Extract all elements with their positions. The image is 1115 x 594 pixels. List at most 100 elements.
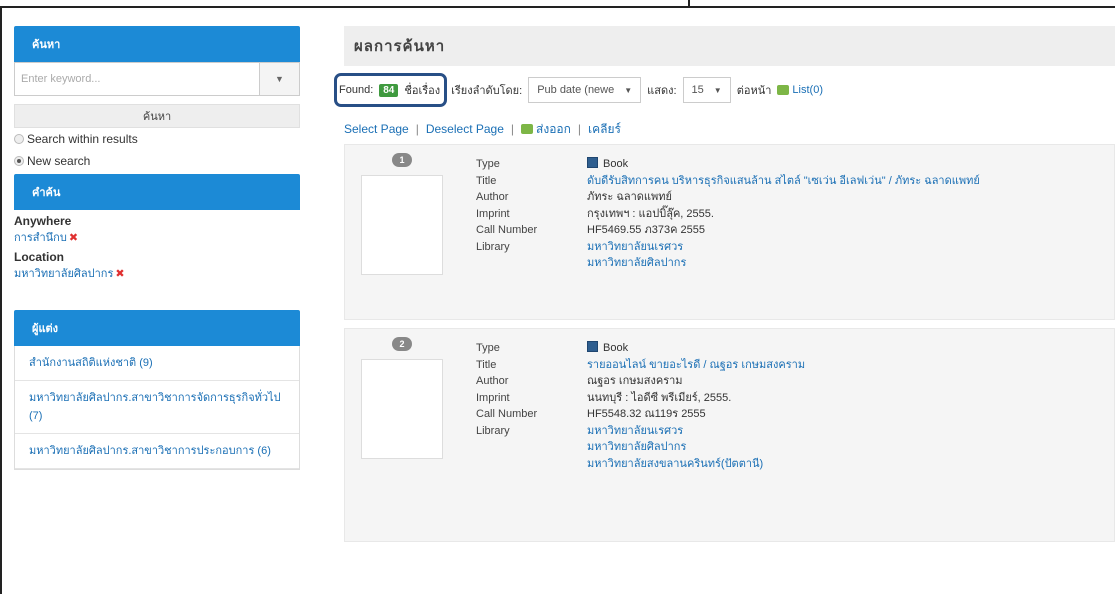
author-value: ภัทระ ฉลาดแพทย์ <box>587 191 672 203</box>
imprint-label: Imprint <box>476 391 510 404</box>
terms-panel-title: คำค้น <box>14 174 300 210</box>
deselect-page-link[interactable]: Deselect Page <box>426 122 504 136</box>
facet-value-text[interactable]: มหาวิทยาลัยศิลปากร <box>14 264 113 282</box>
library-link[interactable]: มหาวิทยาลัยนเรศวร <box>587 423 763 440</box>
facet-location: Location มหาวิทยาลัยศิลปากร ✖ <box>14 250 300 282</box>
library-link[interactable]: มหาวิทยาลัยศิลปากร <box>587 255 686 272</box>
author-label: Author <box>476 375 509 387</box>
type-label: Type <box>476 158 500 170</box>
book-icon <box>587 157 598 168</box>
facet-label: Location <box>14 250 64 264</box>
radio-selected-icon[interactable] <box>14 156 24 166</box>
clear-link[interactable]: เคลียร์ <box>588 120 621 139</box>
library-label: Library <box>476 424 510 437</box>
type-value: Book <box>587 340 628 357</box>
library-link[interactable]: มหาวิทยาลัยศิลปากร <box>587 439 763 456</box>
found-count-badge: 84 <box>379 83 399 97</box>
author-item[interactable]: มหาวิทยาลัยศิลปากร.สาขาวิชาการจัดการธุรก… <box>15 381 299 434</box>
list-link[interactable]: List(0) <box>792 84 823 96</box>
search-button[interactable]: ค้นหา <box>14 104 300 128</box>
author-panel-title: ผู้แต่ง <box>14 310 300 346</box>
call-number-value: HF5548.32 ณ119ร 2555 <box>587 408 706 420</box>
radio-new-search[interactable]: New search <box>14 150 300 172</box>
found-unit: ชื่อเรื่อง <box>404 85 441 97</box>
author-label: Author <box>476 191 509 203</box>
remove-icon[interactable]: ✖ <box>69 231 78 244</box>
title-label: Title <box>476 174 497 187</box>
result-number-badge: 1 <box>392 153 412 167</box>
list-icon <box>777 85 790 95</box>
per-page-label: ต่อหน้า <box>736 85 772 97</box>
library-list: มหาวิทยาลัยนเรศวร มหาวิทยาลัยศิลปากร <box>587 239 686 272</box>
page-title: ผลการค้นหา <box>344 26 1115 66</box>
sort-select-value: Pub date (newe <box>537 84 615 96</box>
main-content: ผลการค้นหา Found: 84 ชื่อเรื่อง เรียงลำด… <box>334 26 1115 550</box>
author-list: สำนักงานสถิติแห่งชาติ (9) มหาวิทยาลัยศิล… <box>14 346 300 470</box>
library-link[interactable]: มหาวิทยาลัยนเรศวร <box>587 239 686 256</box>
search-row: ▼ <box>14 62 300 96</box>
title-link[interactable]: รายออนไลน์ ขายอะไรดี / ณฐอร เกษมสงคราม <box>587 357 805 374</box>
select-page-link[interactable]: Select Page <box>344 122 409 136</box>
caret-down-icon: ▼ <box>713 85 722 95</box>
show-label: แสดง: <box>647 85 677 97</box>
caret-down-icon: ▼ <box>624 85 633 95</box>
radio-icon[interactable] <box>14 134 24 144</box>
separator: | <box>510 122 515 136</box>
type-label: Type <box>476 342 500 354</box>
library-link[interactable]: มหาวิทยาลัยสงขลานครินทร์(ปัตตานี) <box>587 456 763 473</box>
author-panel: ผู้แต่ง สำนักงานสถิติแห่งชาติ (9) มหาวิท… <box>14 310 300 470</box>
title-label: Title <box>476 358 497 371</box>
author-item[interactable]: สำนักงานสถิติแห่งชาติ (9) <box>15 346 299 381</box>
per-page-value: 15 <box>691 84 704 96</box>
facet-value-text[interactable]: การสำนึกบ <box>14 228 67 246</box>
radio-new-search-label: New search <box>27 154 91 168</box>
cover-thumbnail[interactable] <box>361 359 443 459</box>
radio-search-within-label: Search within results <box>27 132 138 146</box>
result-item: 1 Type Book Title ดับดีรับสิทการคน บริหารธ… <box>344 144 1115 320</box>
cover-thumbnail[interactable] <box>361 175 443 275</box>
type-text: Book <box>603 158 629 170</box>
result-meta: Type Book Title ดับดีรับสิทการคน บริหารธุร… <box>476 156 980 272</box>
facet-value[interactable]: มหาวิทยาลัยศิลปากร ✖ <box>14 264 300 282</box>
call-number-value: HF5469.55 ภ373ค 2555 <box>587 224 705 236</box>
chevron-down-icon: ▼ <box>275 74 284 84</box>
found-count-highlight: Found: 84 ชื่อเรื่อง <box>334 73 448 107</box>
imprint-value: กรุงเทพฯ : แอปบิ๊ลุ๊ค, 2555. <box>587 207 714 220</box>
page-actions: Select Page | Deselect Page | ส่งออก | เ… <box>344 114 1115 144</box>
remove-icon[interactable]: ✖ <box>115 267 124 280</box>
found-label: Found: <box>339 84 374 96</box>
imprint-label: Imprint <box>476 207 510 220</box>
frame-box-top-right <box>688 0 1115 8</box>
call-number-label: Call Number <box>476 224 538 236</box>
library-list: มหาวิทยาลัยนเรศวร มหาวิทยาลัยศิลปากร มหา… <box>587 423 763 473</box>
type-value: Book <box>587 156 628 173</box>
author-value: ณฐอร เกษมสงคราม <box>587 375 683 387</box>
facet-anywhere: Anywhere การสำนึกบ ✖ <box>14 214 300 246</box>
radio-search-within[interactable]: Search within results <box>14 128 300 150</box>
author-item[interactable]: มหาวิทยาลัยศิลปากร.สาขาวิชาการประกอบการ … <box>15 434 299 469</box>
results-toolbar: Found: 84 ชื่อเรื่อง เรียงลำดับโดย: Pub … <box>334 66 1115 114</box>
sort-select[interactable]: Pub date (newe ▼ <box>528 77 642 103</box>
frame-line-top <box>0 6 688 8</box>
result-number-badge: 2 <box>392 337 412 351</box>
call-number-label: Call Number <box>476 408 538 420</box>
search-input[interactable] <box>14 62 260 96</box>
type-text: Book <box>603 342 629 354</box>
library-label: Library <box>476 240 510 253</box>
search-dropdown-button[interactable]: ▼ <box>260 62 300 96</box>
separator: | <box>415 122 419 136</box>
separator: | <box>577 122 582 136</box>
sidebar: ค้นหา ▼ ค้นหา Search within results New … <box>14 26 300 470</box>
book-icon <box>587 341 598 352</box>
per-page-select[interactable]: 15 ▼ <box>682 77 731 103</box>
sort-label: เรียงลำดับโดย: <box>451 85 523 97</box>
export-link[interactable]: ส่งออก <box>536 120 571 139</box>
result-meta: Type Book Title รายออนไลน์ ขายอะไรดี / ณฐอ… <box>476 340 805 472</box>
title-link[interactable]: ดับดีรับสิทการคน บริหารธุรกิจแสนล้าน สไต… <box>587 173 980 190</box>
facet-label: Anywhere <box>14 214 72 228</box>
result-item: 2 Type Book Title รายออนไลน์ ขายอะไรดี / ณ… <box>344 328 1115 542</box>
imprint-value: นนทบุรี : ไอดีซี พรีเมียร์, 2555. <box>587 391 732 404</box>
frame-line-left <box>0 6 2 594</box>
search-panel-title: ค้นหา <box>14 26 300 62</box>
facet-value[interactable]: การสำนึกบ ✖ <box>14 228 300 246</box>
